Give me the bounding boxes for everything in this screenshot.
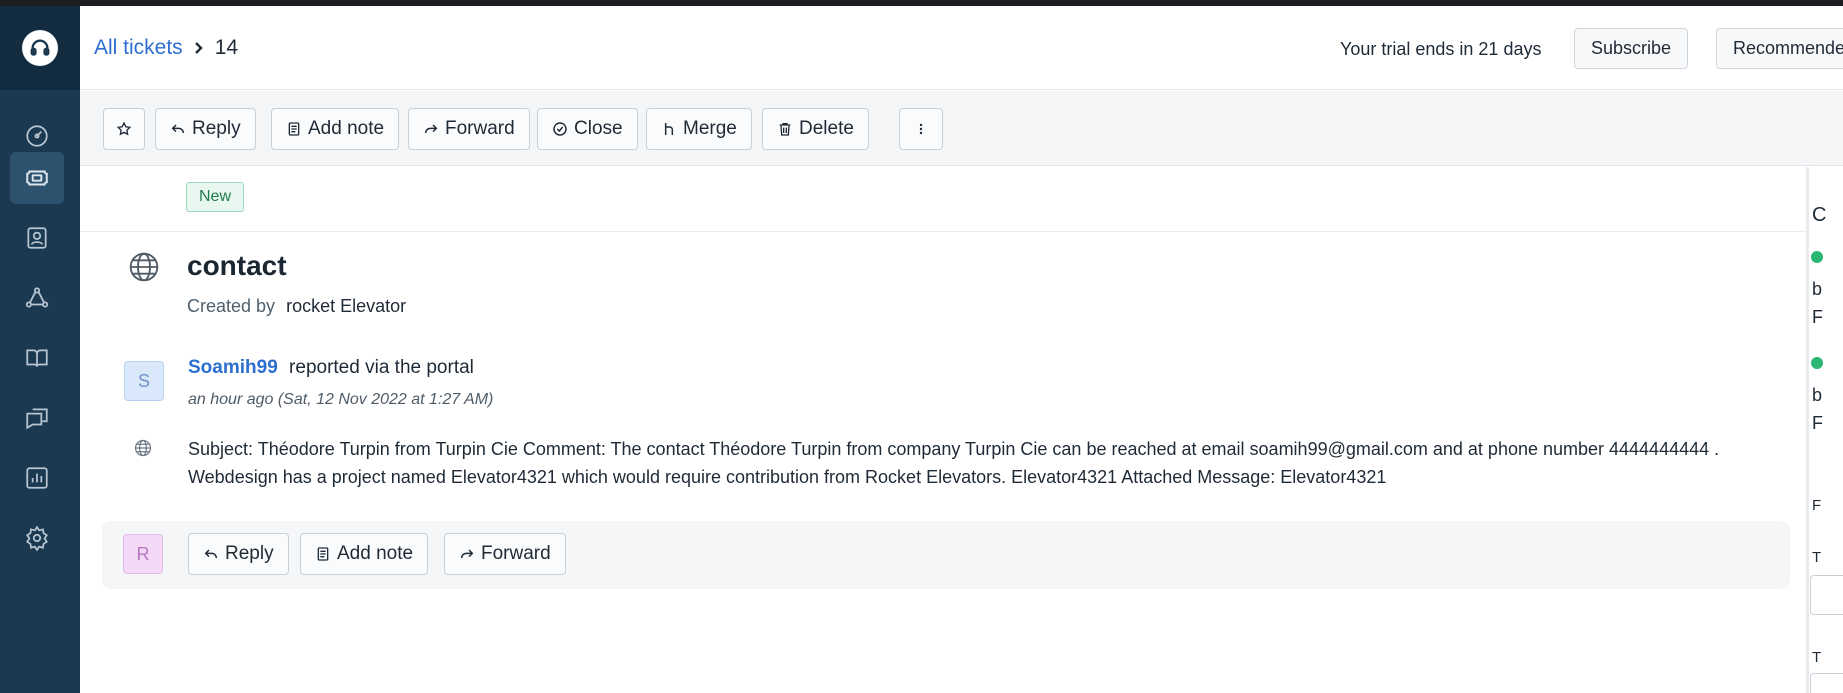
properties-label-fragment: F bbox=[1812, 497, 1822, 514]
reply-icon bbox=[171, 124, 185, 134]
reports-icon bbox=[26, 467, 48, 489]
panel-heading-fragment: C bbox=[1812, 204, 1827, 226]
status-row: New bbox=[80, 167, 1806, 232]
activity-status-dot bbox=[1811, 357, 1823, 369]
conversations-icon bbox=[26, 408, 48, 430]
note-icon bbox=[288, 122, 300, 136]
reporter-line: Soamih99 reported via the portal bbox=[188, 357, 474, 379]
field-input-fragment[interactable] bbox=[1810, 673, 1843, 693]
reply-button[interactable]: Reply bbox=[155, 108, 256, 150]
breadcrumb: All tickets 14 bbox=[94, 36, 238, 60]
globe-icon bbox=[129, 252, 159, 282]
reply-bar-forward-label: Forward bbox=[481, 543, 551, 564]
forward-icon bbox=[424, 124, 438, 134]
source-globe-icon bbox=[134, 439, 152, 457]
app-logo[interactable] bbox=[0, 6, 80, 90]
delete-button-label: Delete bbox=[799, 118, 854, 139]
ticket-toolbar: Reply Add note Forward Close Merge Delet… bbox=[80, 91, 1843, 166]
sidebar-item-conversations[interactable] bbox=[10, 392, 64, 444]
status-badge: New bbox=[186, 182, 245, 212]
reply-button-label: Reply bbox=[192, 118, 241, 139]
knowledge-base-icon bbox=[26, 349, 48, 367]
reply-bar-add-note-label: Add note bbox=[337, 543, 414, 564]
forward-button[interactable]: Forward bbox=[408, 108, 530, 150]
reply-bar-reply-button[interactable]: Reply bbox=[188, 533, 289, 575]
created-by-name: rocket Elevator bbox=[286, 296, 407, 316]
dashboard-icon bbox=[26, 125, 48, 147]
reporter-name-link[interactable]: Soamih99 bbox=[188, 357, 278, 378]
created-by: Created by rocket Elevator bbox=[187, 296, 406, 317]
activity-text-fragment: b bbox=[1812, 385, 1823, 405]
close-button-label: Close bbox=[574, 118, 623, 139]
sidebar-item-contacts[interactable] bbox=[10, 212, 64, 264]
merge-icon bbox=[664, 123, 674, 135]
reported-via: reported via the portal bbox=[289, 357, 474, 378]
activity-status-dot bbox=[1811, 251, 1823, 263]
delete-button[interactable]: Delete bbox=[762, 108, 869, 150]
trial-notice: Your trial ends in 21 days bbox=[1340, 39, 1542, 59]
ticket-properties-panel: C b F b F F T T bbox=[1809, 167, 1843, 693]
activity-text-fragment: b bbox=[1812, 279, 1823, 299]
more-options-button[interactable] bbox=[899, 108, 943, 150]
sidebar-item-tickets[interactable] bbox=[10, 152, 64, 204]
groups-icon bbox=[25, 287, 49, 308]
ticket-subject: contact bbox=[187, 250, 287, 281]
subscribe-button[interactable]: Subscribe bbox=[1574, 28, 1689, 69]
contacts-icon bbox=[27, 227, 47, 249]
created-by-label: Created by bbox=[187, 296, 276, 316]
top-header: All tickets 14 Your trial ends in 21 day… bbox=[80, 6, 1843, 90]
more-vertical-icon bbox=[919, 123, 923, 135]
ticket-main: New contact Created by rocket Elevator S… bbox=[80, 167, 1806, 693]
forward-button-label: Forward bbox=[445, 118, 515, 139]
ticket-icon bbox=[26, 170, 48, 186]
reply-icon bbox=[204, 549, 218, 559]
star-button[interactable] bbox=[103, 108, 145, 150]
activity-text-fragment: F bbox=[1812, 413, 1823, 433]
activity-text-fragment: F bbox=[1812, 307, 1823, 327]
sidebar bbox=[0, 6, 80, 693]
check-circle-icon bbox=[553, 122, 567, 136]
reply-bar-add-note-button[interactable]: Add note bbox=[300, 533, 429, 575]
sidebar-item-groups[interactable] bbox=[10, 272, 64, 324]
sidebar-item-settings[interactable] bbox=[10, 512, 64, 564]
trash-icon bbox=[779, 123, 791, 136]
field-input-fragment[interactable] bbox=[1810, 575, 1843, 615]
breadcrumb-current: 14 bbox=[214, 36, 239, 59]
recommended-button[interactable]: Recommende bbox=[1716, 28, 1843, 69]
breadcrumb-all-tickets-link[interactable]: All tickets bbox=[94, 36, 183, 60]
merge-button-label: Merge bbox=[683, 118, 737, 139]
merge-button[interactable]: Merge bbox=[646, 108, 752, 150]
sidebar-item-reports[interactable] bbox=[10, 452, 64, 504]
reporter-avatar: S bbox=[124, 361, 164, 401]
forward-icon bbox=[460, 549, 474, 559]
field-label-fragment: T bbox=[1812, 649, 1822, 666]
message-body: Subject: Théodore Turpin from Turpin Cie… bbox=[188, 439, 1720, 487]
add-note-button-label: Add note bbox=[308, 118, 385, 139]
star-icon bbox=[116, 121, 132, 136]
note-icon bbox=[317, 547, 329, 561]
sidebar-item-knowledge-base[interactable] bbox=[10, 332, 64, 384]
reply-bar-forward-button[interactable]: Forward bbox=[444, 533, 566, 575]
field-label-fragment: T bbox=[1812, 549, 1822, 566]
close-ticket-button[interactable]: Close bbox=[537, 108, 638, 150]
add-note-button[interactable]: Add note bbox=[271, 108, 400, 150]
reply-bar-reply-label: Reply bbox=[225, 543, 274, 564]
agent-avatar: R bbox=[123, 534, 163, 574]
chevron-right-icon bbox=[193, 41, 205, 55]
settings-icon bbox=[26, 525, 48, 551]
headset-icon bbox=[22, 30, 58, 66]
reply-bar: R Reply Add note Forward bbox=[102, 521, 1790, 589]
message-timestamp: an hour ago (Sat, 12 Nov 2022 at 1:27 AM… bbox=[188, 391, 494, 408]
